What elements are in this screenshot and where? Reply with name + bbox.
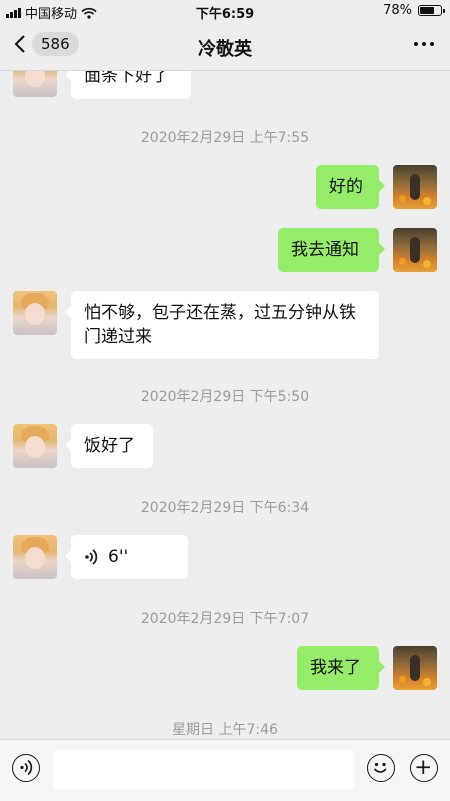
voice-icon [20,759,33,776]
more-dots-icon [414,42,418,46]
voice-toggle-button[interactable] [12,754,40,782]
contact-avatar[interactable] [13,71,57,97]
emoji-button[interactable] [367,754,395,782]
my-avatar[interactable] [393,165,437,209]
voice-message-bubble[interactable]: 6'' [65,535,188,579]
battery-fill [420,7,435,14]
message-bubble-incoming[interactable]: 怕不够，包子还在蒸，过五分钟从铁门递过来 [65,291,379,359]
status-bar: 中国移动 下午6:59 78% [0,0,450,22]
message-bubble-outgoing[interactable]: 好的 [316,165,385,209]
timestamp: 星期日 上午7:46 [172,722,278,738]
add-button[interactable] [410,754,438,782]
message-bubble-incoming[interactable]: 面条下好了 [65,71,191,99]
message-bubble-outgoing[interactable]: 我来了 [297,646,385,690]
chat-header: 586 冷敬英 [0,22,450,71]
contact-avatar[interactable] [13,535,57,579]
status-bar-right: 78% [383,3,445,18]
timestamp: 2020年2月29日 下午6:34 [140,500,310,516]
message-list[interactable]: 面条下好了 2020年2月29日 上午7:55 好的 我去通知 怕不够，包子还在… [0,71,450,739]
my-avatar[interactable] [393,646,437,690]
input-bar [0,739,450,801]
contact-avatar[interactable] [13,291,57,335]
message-bubble-outgoing[interactable]: 我去通知 [278,228,385,272]
contact-avatar[interactable] [13,424,57,468]
message-bubble-incoming[interactable]: 饭好了 [65,424,153,468]
battery-percent: 78% [383,3,412,18]
emoji-icon [373,762,387,773]
message-input[interactable] [53,750,354,790]
timestamp: 2020年2月29日 下午5:50 [140,389,310,405]
plus-icon [416,760,430,774]
timestamp: 2020年2月29日 下午7:07 [140,611,310,627]
battery-icon [418,5,445,16]
my-avatar[interactable] [393,228,437,272]
voice-duration: 6'' [108,547,129,567]
chat-title: 冷敬英 [198,39,252,60]
more-button[interactable] [414,36,434,52]
voice-wave-icon [85,549,98,565]
timestamp: 2020年2月29日 上午7:55 [140,130,310,146]
